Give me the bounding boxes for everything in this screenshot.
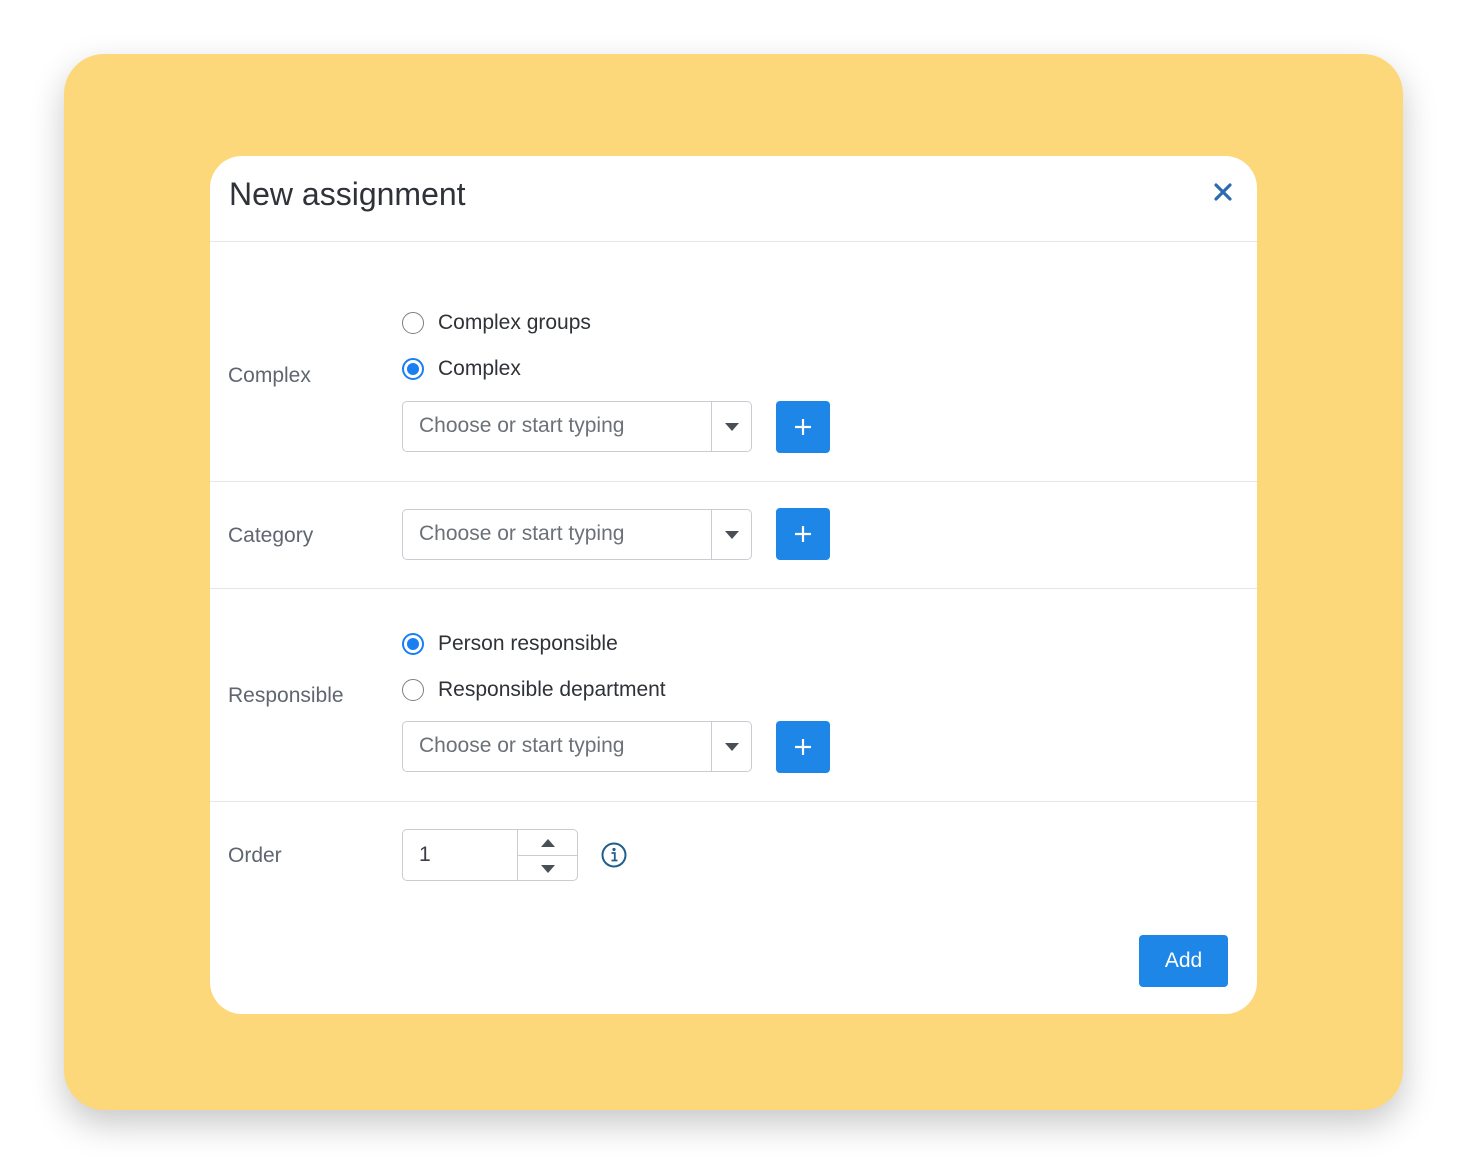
radio-label: Responsible department	[438, 678, 666, 701]
radio-person-responsible[interactable]: Person responsible	[402, 629, 618, 659]
complex-label: Complex	[228, 364, 311, 387]
new-assignment-dialog: New assignment Complex Complex groups Co…	[210, 156, 1257, 1014]
caret-down-icon	[540, 864, 555, 873]
caret-up-icon	[540, 838, 555, 847]
plus-icon	[795, 739, 811, 755]
complex-section: Complex Complex groups Complex Choose or…	[210, 242, 1257, 482]
radio-complex[interactable]: Complex	[402, 354, 521, 384]
order-stepper[interactable]: 1	[402, 829, 578, 881]
caret-down-icon	[725, 742, 739, 751]
close-icon	[1214, 183, 1232, 201]
category-dropdown-toggle[interactable]	[712, 510, 752, 559]
radio-circle	[402, 312, 424, 334]
order-value: 1	[419, 843, 431, 866]
add-button[interactable]: Add	[1139, 935, 1228, 987]
responsible-label: Responsible	[228, 684, 344, 707]
decrement-button[interactable]	[518, 856, 577, 881]
plus-icon	[795, 526, 811, 542]
complex-dropdown-toggle[interactable]	[712, 402, 752, 451]
category-label: Category	[228, 524, 314, 547]
dialog-header: New assignment	[210, 156, 1257, 242]
category-select-placeholder: Choose or start typing	[419, 522, 625, 545]
radio-circle-checked	[402, 633, 424, 655]
caret-down-icon	[725, 530, 739, 539]
dialog-title: New assignment	[229, 176, 466, 212]
add-responsible-button[interactable]	[776, 721, 830, 773]
responsible-section: Responsible Person responsible Responsib…	[210, 589, 1257, 802]
responsible-dropdown-toggle[interactable]	[712, 722, 752, 771]
complex-select[interactable]: Choose or start typing	[402, 401, 752, 452]
responsible-select-placeholder: Choose or start typing	[419, 734, 625, 757]
category-section: Category Choose or start typing	[210, 482, 1257, 589]
radio-responsible-department[interactable]: Responsible department	[402, 675, 666, 705]
complex-select-placeholder: Choose or start typing	[419, 414, 625, 437]
radio-label: Complex	[438, 357, 521, 380]
plus-icon	[795, 419, 811, 435]
responsible-select[interactable]: Choose or start typing	[402, 721, 752, 772]
order-label: Order	[228, 844, 282, 867]
radio-label: Person responsible	[438, 632, 618, 655]
radio-label: Complex groups	[438, 311, 591, 334]
info-icon	[601, 842, 627, 868]
radio-circle	[402, 679, 424, 701]
increment-button[interactable]	[518, 830, 577, 855]
radio-circle-checked	[402, 358, 424, 380]
category-select[interactable]: Choose or start typing	[402, 509, 752, 560]
close-button[interactable]	[1209, 178, 1237, 206]
add-category-button[interactable]	[776, 508, 830, 560]
info-button[interactable]	[601, 842, 627, 868]
radio-complex-groups[interactable]: Complex groups	[402, 308, 591, 338]
add-complex-button[interactable]	[776, 401, 830, 453]
caret-down-icon	[725, 422, 739, 431]
